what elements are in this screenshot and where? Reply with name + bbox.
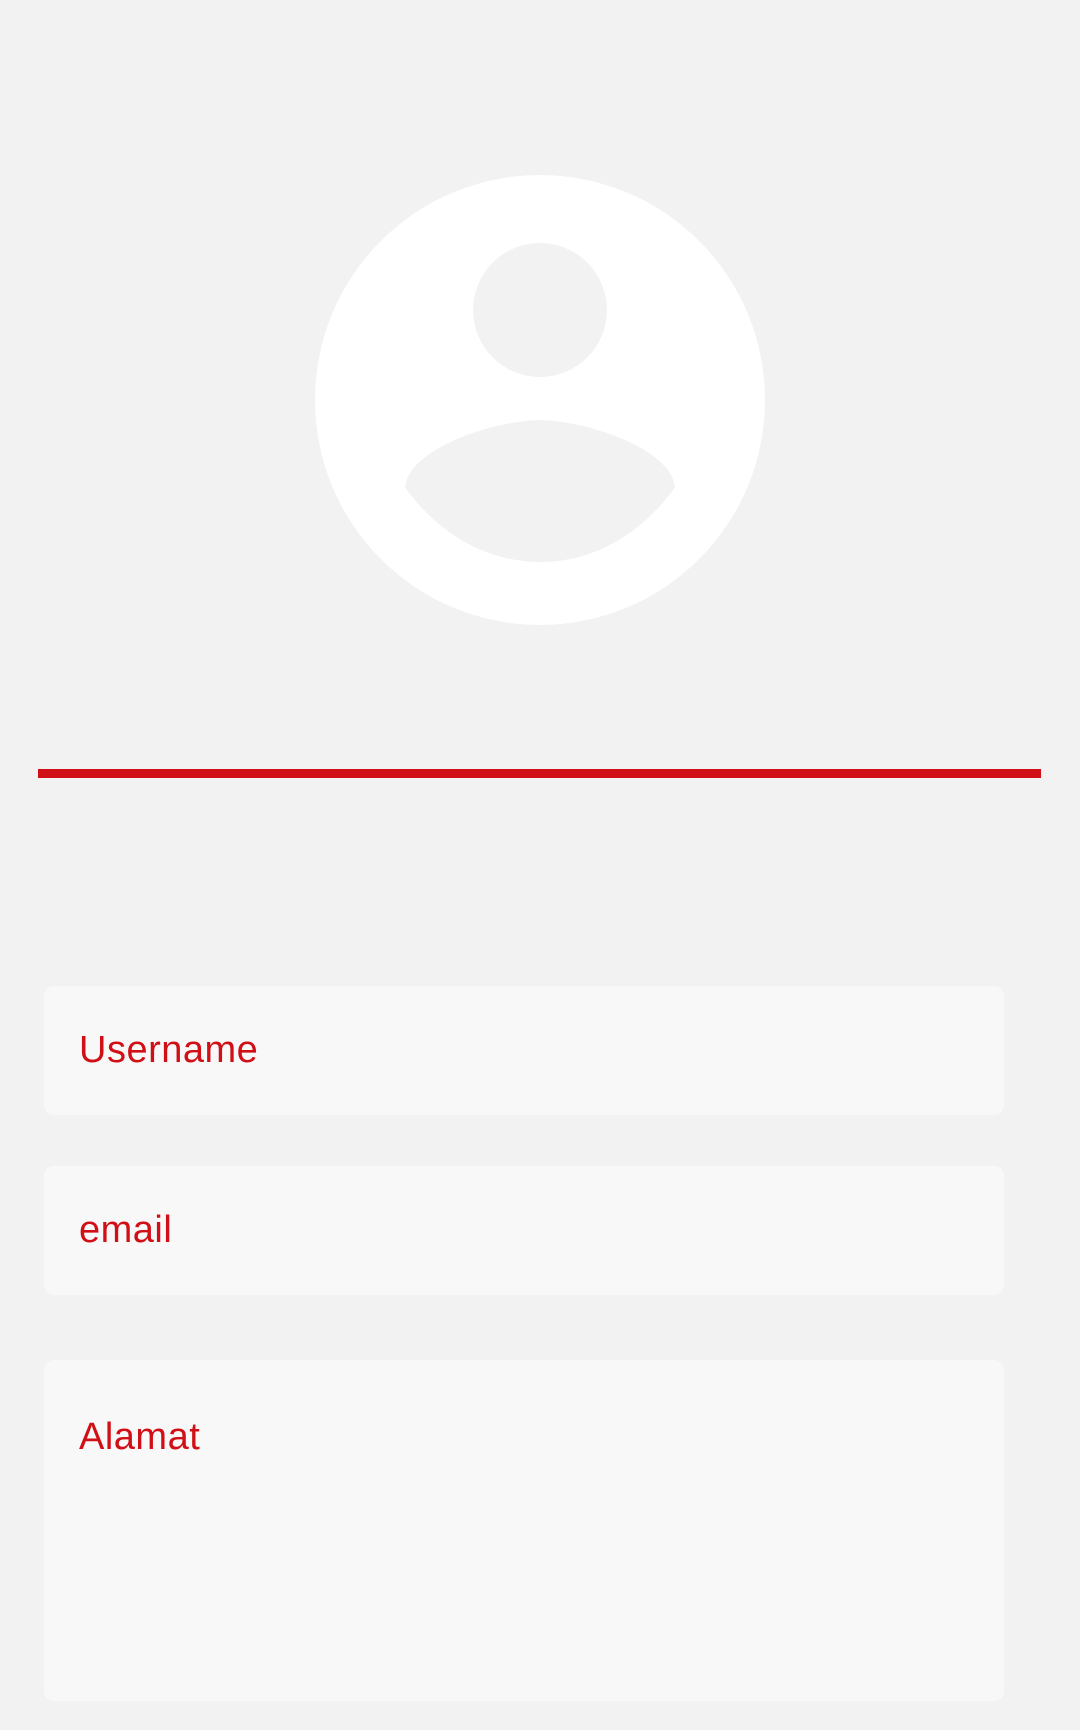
accent-divider — [38, 769, 1041, 778]
avatar-user-circle-icon[interactable] — [315, 175, 765, 625]
address-field[interactable] — [44, 1360, 1004, 1701]
avatar-head — [473, 243, 607, 377]
email-field[interactable] — [44, 1166, 1004, 1295]
username-field[interactable] — [44, 986, 1004, 1115]
